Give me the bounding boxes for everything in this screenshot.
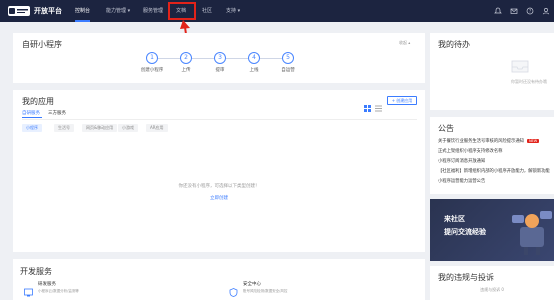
community-illustration-icon	[512, 211, 552, 255]
step-number: 5	[282, 52, 294, 64]
empty-state-text: 你还没有小程序，可选择以下类型创建！	[178, 184, 260, 189]
logo-icon	[9, 8, 28, 14]
nav-service-management[interactable]: 服务管理	[143, 0, 163, 22]
todo-empty-text: 你暂时还没有待办哦	[511, 79, 547, 84]
nav-console[interactable]: 控制台	[75, 0, 91, 22]
security-center-title[interactable]: 安全中心	[243, 281, 261, 287]
step-self-operate: 5 自运营	[268, 52, 308, 73]
dev-services-title: 开发服务	[20, 267, 52, 276]
chip-life-account[interactable]: 生活号	[54, 124, 74, 132]
tab-self-dev-services[interactable]: 自研服务	[22, 110, 40, 116]
chip-ar-app[interactable]: AR应用	[146, 124, 168, 132]
collapse-link[interactable]: 收起 ▴	[399, 40, 410, 46]
create-now-link[interactable]: 立即创建	[13, 195, 425, 201]
nav-support[interactable]: 支持 ▾	[226, 0, 240, 22]
step-label: 自运营	[281, 68, 295, 73]
community-banner[interactable]: 来社区 提问交流经验	[430, 199, 554, 261]
empty-inbox-icon	[510, 58, 530, 74]
grid-view-icon[interactable]	[364, 97, 371, 112]
tab-third-party-services[interactable]: 三方服务	[48, 110, 66, 116]
user-icon[interactable]	[542, 7, 550, 15]
tab-active-underline	[22, 117, 42, 118]
banner-line-1: 来社区	[444, 215, 465, 223]
nav-community[interactable]: 社区	[202, 0, 212, 22]
violations-title: 我的违规与投诉	[438, 273, 494, 282]
security-center-desc: 账号风险检测/数据安全/风控	[243, 289, 288, 293]
step-number: 3	[214, 52, 226, 64]
logo[interactable]: 开放平台	[8, 4, 62, 18]
notice-item[interactable]: 正式上架组织小程序支持修改名称	[438, 148, 502, 154]
notice-item[interactable]: 关于餐饮行业服务生活号审核的风险提示通知 NEW	[438, 138, 540, 144]
todo-title: 我的待办	[438, 40, 470, 49]
shield-icon	[229, 282, 238, 297]
chip-mini-game[interactable]: 小游戏	[118, 124, 138, 132]
notice-item[interactable]: 小程序运营能力运营公告	[438, 178, 485, 184]
step-number: 1	[146, 52, 158, 64]
notice-item[interactable]: 【社区福利】新增组织内部的小程序开放能力，解锁新功能	[438, 168, 550, 174]
platform-title: 开放平台	[34, 7, 62, 15]
banner-line-2: 提问交流经验	[444, 228, 486, 236]
dev-service-icon	[24, 282, 33, 297]
bell-icon[interactable]	[494, 7, 502, 15]
self-dev-title: 自研小程序	[22, 40, 62, 49]
dev-service-desc: 小程序云/数据分析/监测等	[38, 289, 79, 293]
top-navigation-bar: 开放平台 控制台 能力管理 ▾ 服务管理 文档 社区 支持 ▾ ?	[0, 0, 554, 22]
chip-web-mobile[interactable]: 网页&移动应用	[82, 124, 118, 132]
violations-count[interactable]: 违规与投诉 0	[430, 287, 554, 293]
help-icon[interactable]: ?	[526, 7, 534, 15]
notice-item-text: 关于餐饮行业服务生活号审核的风险提示通知	[438, 139, 524, 144]
nav-capability-management[interactable]: 能力管理 ▾	[106, 0, 130, 22]
my-apps-card	[13, 90, 425, 252]
new-badge: NEW	[526, 139, 540, 143]
notice-item[interactable]: 小程序订阅消息开放通知	[438, 158, 485, 164]
mail-icon[interactable]	[510, 7, 518, 15]
svg-text:?: ?	[529, 9, 531, 14]
my-apps-title: 我的应用	[22, 97, 54, 106]
chip-mini-program[interactable]: 小程序	[22, 124, 42, 132]
list-view-icon[interactable]	[375, 97, 382, 112]
logo-mark	[8, 6, 30, 16]
notice-title: 公告	[438, 124, 454, 133]
create-app-button[interactable]: + 创建应用	[387, 96, 417, 105]
dev-service-title[interactable]: 研发服务	[38, 281, 56, 287]
step-number: 2	[180, 52, 192, 64]
divider	[22, 119, 417, 120]
documents-highlight-box	[168, 2, 196, 20]
step-number: 4	[248, 52, 260, 64]
